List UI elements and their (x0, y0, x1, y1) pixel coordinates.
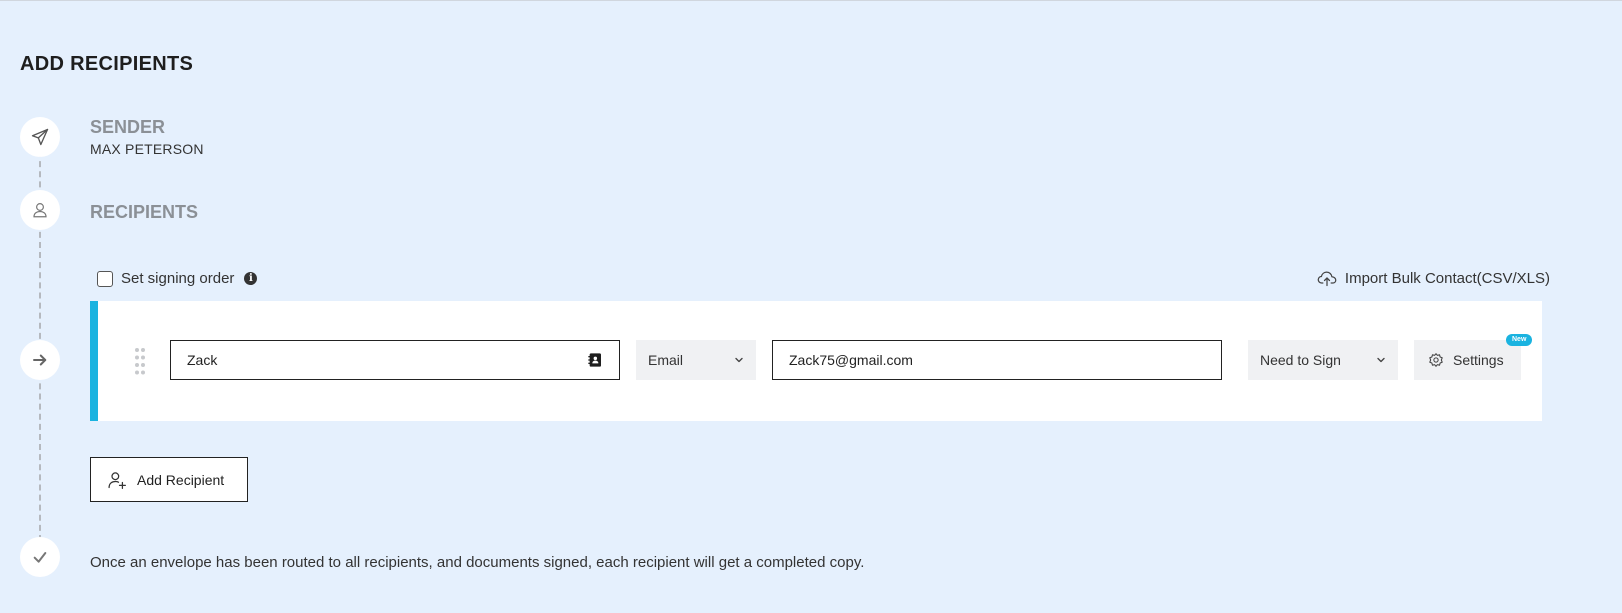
sender-label: SENDER (90, 117, 166, 137)
gear-icon (1429, 353, 1443, 367)
recipient-email-value[interactable]: Zack75@gmail.com (789, 352, 913, 368)
paper-plane-icon (31, 128, 49, 146)
user-icon (33, 203, 47, 218)
recipient-role-value[interactable]: Need to Sign (1260, 352, 1341, 368)
recipient-name-value[interactable]: Zack (187, 352, 587, 368)
sender-step-marker (20, 117, 60, 157)
chevron-down-icon (735, 357, 743, 363)
add-recipient-label[interactable]: Add Recipient (137, 472, 224, 488)
sender-name: MAX PETERSON (90, 141, 204, 157)
recipient-role-select[interactable]: Need to Sign (1248, 340, 1398, 380)
check-icon (33, 552, 47, 563)
import-bulk-label[interactable]: Import Bulk Contact(CSV/XLS) (1345, 270, 1550, 287)
recipient-name-input[interactable]: Zack (170, 340, 620, 380)
signing-order-toggle[interactable]: Set signing order i (97, 270, 258, 287)
signing-order-label[interactable]: Set signing order (121, 270, 234, 287)
contact-book-icon[interactable] (587, 352, 603, 368)
delivery-method-select[interactable]: Email (636, 340, 756, 380)
add-recipient-button[interactable]: Add Recipient (90, 457, 248, 502)
new-badge: New (1506, 334, 1533, 346)
recipients-step-marker (20, 190, 60, 230)
recipient-email-input[interactable]: Zack75@gmail.com (772, 340, 1222, 380)
info-icon[interactable]: i (244, 272, 258, 285)
page-title: ADD RECIPIENTS (20, 53, 194, 75)
recipient-card: Zack Email Zack75@gmail.com Need to Sign… (90, 301, 1542, 421)
cloud-upload-icon (1317, 271, 1337, 287)
current-recipient-step-marker (20, 340, 60, 380)
settings-label[interactable]: Settings (1453, 352, 1504, 368)
arrow-right-icon (33, 354, 47, 366)
completion-note: Once an envelope has been routed to all … (90, 554, 865, 571)
chevron-down-icon (1377, 357, 1385, 363)
recipient-settings-button[interactable]: Settings (1414, 340, 1521, 380)
import-bulk-contact-button[interactable]: Import Bulk Contact(CSV/XLS) (1317, 269, 1550, 287)
add-user-icon (108, 471, 126, 489)
signing-order-checkbox[interactable] (97, 270, 113, 287)
drag-handle-icon[interactable] (134, 347, 146, 380)
delivery-method-value[interactable]: Email (648, 352, 683, 368)
recipients-label: RECIPIENTS (90, 202, 199, 222)
completion-step-marker (20, 537, 60, 577)
